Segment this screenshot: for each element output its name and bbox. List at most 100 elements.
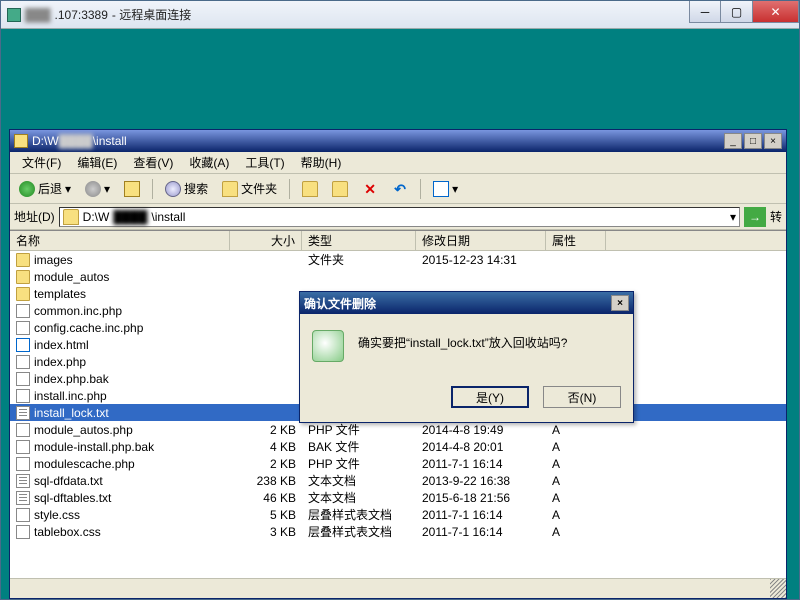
go-label: 转 [770,208,782,225]
back-button[interactable]: 后退▾ [14,177,76,200]
file-attr: A [546,474,606,488]
menu-edit[interactable]: 编辑(E) [71,152,123,173]
undo-button[interactable]: ↶ [387,178,413,200]
rdp-titlebar[interactable]: ███ .107:3389 - 远程桌面连接 ─ ▢ ✕ [1,1,799,29]
txt-icon [16,491,30,505]
forward-button[interactable]: ▾ [80,178,115,200]
rdp-title-blur: ███ [25,8,51,22]
col-size[interactable]: 大小 [230,231,302,250]
table-row[interactable]: module_autos.php2 KBPHP 文件2014-4-8 19:49… [10,421,786,438]
menu-tools[interactable]: 工具(T) [239,152,290,173]
undo-icon: ↶ [392,181,408,197]
views-icon [433,181,449,197]
file-type: 层叠样式表文档 [302,523,416,540]
explorer-titlebar[interactable]: D:\W ████ \install _ □ × [10,130,786,152]
dialog-titlebar[interactable]: 确认文件删除 × [300,292,633,314]
file-size: 238 KB [230,474,302,488]
menu-help[interactable]: 帮助(H) [295,152,348,173]
move-to-button[interactable] [297,178,323,200]
file-name: modulescache.php [34,457,135,471]
file-type: 文本文档 [302,489,416,506]
yes-button[interactable]: 是(Y) [451,386,529,408]
address-suffix: \install [151,210,185,224]
dialog-buttons: 是(Y) 否(N) [300,378,633,422]
separator [420,179,421,199]
table-row[interactable]: module-install.php.bak4 KBBAK 文件2014-4-8… [10,438,786,455]
resize-grip[interactable] [770,579,786,598]
table-row[interactable]: tablebox.css3 KB层叠样式表文档2011-7-1 16:14A [10,523,786,540]
col-attr[interactable]: 属性 [546,231,606,250]
go-button[interactable]: → [744,207,766,227]
col-modified[interactable]: 修改日期 [416,231,546,250]
address-field[interactable]: D:\W████\install ▾ [59,207,740,227]
confirm-delete-dialog: 确认文件删除 × 确实要把“install_lock.txt”放入回收站吗? 是… [299,291,634,423]
maximize-button[interactable]: ▢ [721,1,753,23]
no-button[interactable]: 否(N) [543,386,621,408]
search-label: 搜索 [184,180,208,197]
dialog-body: 确实要把“install_lock.txt”放入回收站吗? [300,314,633,378]
file-type: PHP 文件 [302,421,416,438]
table-row[interactable]: sql-dftables.txt46 KB文本文档2015-6-18 21:56… [10,489,786,506]
dropdown-icon[interactable]: ▾ [730,210,736,224]
col-name[interactable]: 名称 [10,231,230,250]
views-button[interactable]: ▾ [428,178,463,200]
file-attr: A [546,423,606,437]
folders-button[interactable]: 文件夹 [217,177,282,200]
explorer-title-blur: ████ [59,134,93,148]
minimize-button[interactable]: ─ [689,1,721,23]
php-icon [16,389,30,403]
rdp-title: ███ .107:3389 - 远程桌面连接 [1,6,689,23]
file-type: 文件夹 [302,251,416,268]
file-size: 5 KB [230,508,302,522]
search-button[interactable]: 搜索 [160,177,213,200]
folders-label: 文件夹 [241,180,277,197]
file-attr: A [546,457,606,471]
dialog-close-button[interactable]: × [611,295,629,311]
search-icon [165,181,181,197]
table-row[interactable]: style.css5 KB层叠样式表文档2011-7-1 16:14A [10,506,786,523]
explorer-maximize-button[interactable]: □ [744,133,762,149]
explorer-close-button[interactable]: × [764,133,782,149]
dropdown-icon: ▾ [452,182,458,196]
back-icon [19,181,35,197]
php-icon [16,372,30,386]
menubar: 文件(F) 编辑(E) 查看(V) 收藏(A) 工具(T) 帮助(H) [10,152,786,174]
file-name: config.cache.inc.php [34,321,143,335]
rdp-window: ███ .107:3389 - 远程桌面连接 ─ ▢ ✕ D:\W ████ \… [0,0,800,600]
up-button[interactable] [119,178,145,200]
separator [289,179,290,199]
folder-icon [16,287,30,301]
txt-icon [16,406,30,420]
table-row[interactable]: images文件夹2015-12-23 14:31 [10,251,786,268]
table-row[interactable]: modulescache.php2 KBPHP 文件2011-7-1 16:14… [10,455,786,472]
file-name: install_lock.txt [34,406,109,420]
menu-file[interactable]: 文件(F) [16,152,67,173]
file-attr: A [546,491,606,505]
col-type[interactable]: 类型 [302,231,416,250]
menu-favorites[interactable]: 收藏(A) [183,152,235,173]
delete-button[interactable]: ✕ [357,178,383,200]
php-icon [16,321,30,335]
file-name: module-install.php.bak [34,440,154,454]
file-size: 4 KB [230,440,302,454]
addressbar: 地址(D) D:\W████\install ▾ → 转 [10,204,786,230]
copy-icon [332,181,348,197]
file-name: sql-dftables.txt [34,491,111,505]
column-headers: 名称 大小 类型 修改日期 属性 [10,231,786,251]
file-date: 2011-7-1 16:14 [416,508,546,522]
close-button[interactable]: ✕ [753,1,799,23]
file-attr: A [546,525,606,539]
php-icon [16,355,30,369]
txt-icon [16,474,30,488]
table-row[interactable]: module_autos [10,268,786,285]
move-icon [302,181,318,197]
menu-view[interactable]: 查看(V) [127,152,179,173]
explorer-title-suffix: \install [93,134,127,148]
file-name: templates [34,287,86,301]
copy-to-button[interactable] [327,178,353,200]
rdp-title-suffix: - 远程桌面连接 [112,6,191,23]
table-row[interactable]: sql-dfdata.txt238 KB文本文档2013-9-22 16:38A [10,472,786,489]
explorer-minimize-button[interactable]: _ [724,133,742,149]
file-name: images [34,253,73,267]
explorer-title-prefix: D:\W [32,134,59,148]
